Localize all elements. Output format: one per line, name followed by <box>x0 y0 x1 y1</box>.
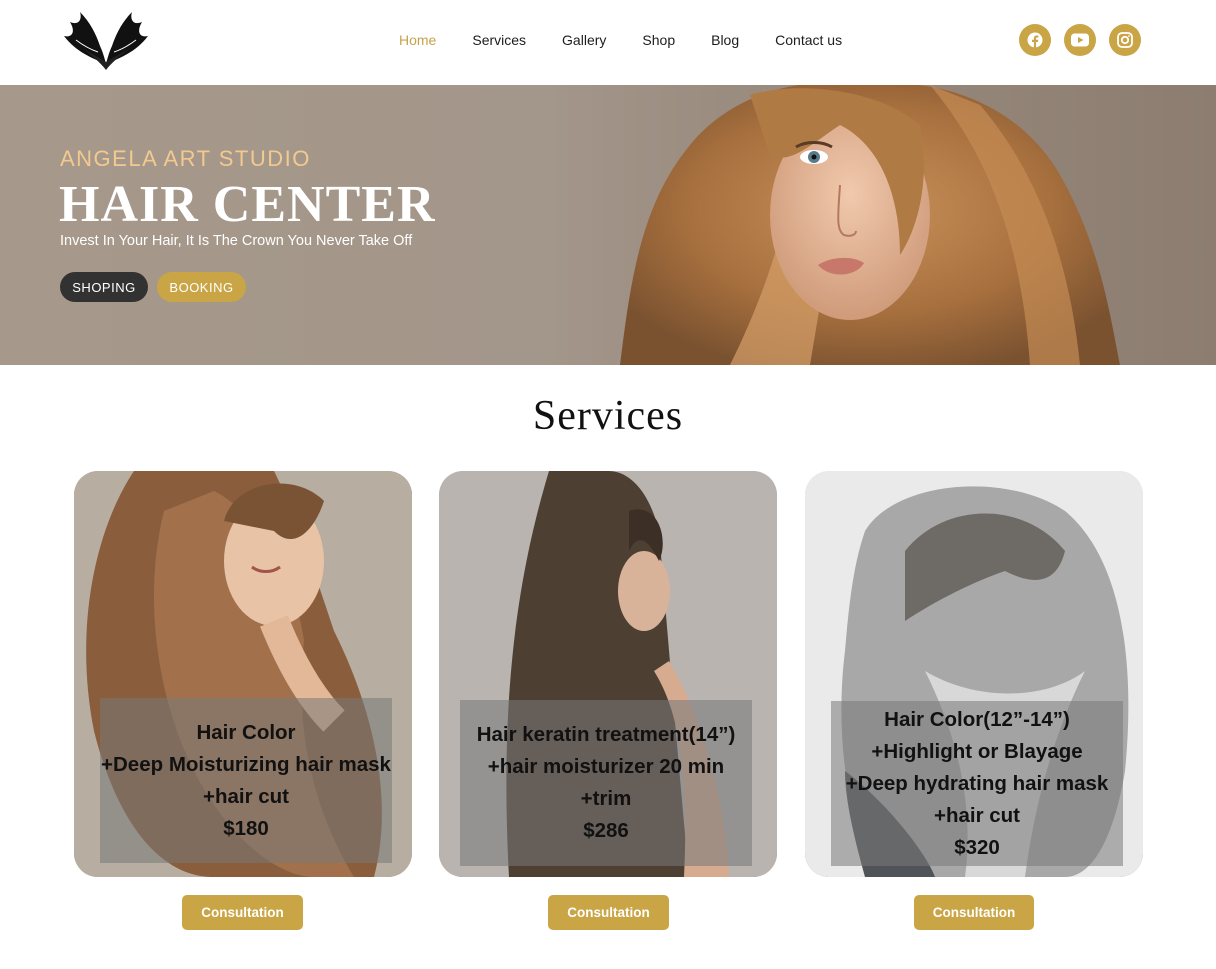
hero-title: HAIR CENTER <box>59 176 436 233</box>
hero-kicker: ANGELA ART STUDIO <box>60 146 311 171</box>
service-line: +Deep Moisturizing hair mask <box>101 752 391 776</box>
social-links <box>1019 24 1141 56</box>
service-line: +trim <box>580 787 632 810</box>
service-price: $320 <box>954 835 1000 859</box>
service-line: +hair cut <box>202 784 289 808</box>
service-price: $286 <box>583 819 629 842</box>
nav-gallery[interactable]: Gallery <box>562 31 606 49</box>
hero-tagline: Invest In Your Hair, It Is The Crown You… <box>60 233 413 249</box>
site-header: Home Services Gallery Shop Blog Contact … <box>0 0 1216 85</box>
consultation-button[interactable]: Consultation <box>182 895 303 930</box>
hero-banner: ANGELA ART STUDIO HAIR CENTER Invest In … <box>0 85 1216 365</box>
wings-logo-icon <box>64 12 148 70</box>
nav-contact[interactable]: Contact us <box>775 31 842 49</box>
consultation-button[interactable]: Consultation <box>914 895 1034 930</box>
shopping-button[interactable]: SHOPING <box>60 272 148 302</box>
youtube-icon <box>1071 33 1089 47</box>
service-line: Hair keratin treatment(14”) <box>476 723 736 746</box>
nav-blog[interactable]: Blog <box>711 31 739 49</box>
instagram-button[interactable] <box>1109 24 1141 56</box>
services-heading: Services <box>532 393 684 439</box>
booking-button[interactable]: BOOKING <box>157 272 246 302</box>
service-line: +Deep hydrating hair mask <box>845 771 1109 795</box>
service-details-panel: Hair Color(12”-14”) +Highlight or Blayag… <box>831 701 1123 866</box>
service-line: Hair Color(12”-14”) <box>884 707 1070 731</box>
nav-services[interactable]: Services <box>472 31 526 49</box>
facebook-icon <box>1027 32 1043 48</box>
main-nav: Home Services Gallery Shop Blog Contact … <box>399 31 878 49</box>
nav-shop[interactable]: Shop <box>642 31 675 49</box>
service-details-panel: Hair Color +Deep Moisturizing hair mask … <box>100 698 392 863</box>
hero-model-image <box>620 85 1120 365</box>
service-price: $180 <box>223 816 269 840</box>
service-card: Hair Color +Deep Moisturizing hair mask … <box>74 471 412 877</box>
service-line: +hair moisturizer 20 min <box>487 755 725 778</box>
service-details-panel: Hair keratin treatment(14”) +hair moistu… <box>460 700 752 866</box>
service-line: +Highlight or Blayage <box>871 739 1083 763</box>
nav-home[interactable]: Home <box>399 31 436 49</box>
youtube-button[interactable] <box>1064 24 1096 56</box>
logo[interactable] <box>62 12 150 72</box>
facebook-button[interactable] <box>1019 24 1051 56</box>
service-card: Hair keratin treatment(14”) +hair moistu… <box>439 471 777 877</box>
service-line: Hair Color <box>196 720 296 744</box>
service-line: +hair cut <box>933 803 1020 827</box>
consultation-button[interactable]: Consultation <box>548 895 669 930</box>
service-card: Hair Color(12”-14”) +Highlight or Blayag… <box>805 471 1143 877</box>
instagram-icon <box>1117 32 1133 48</box>
